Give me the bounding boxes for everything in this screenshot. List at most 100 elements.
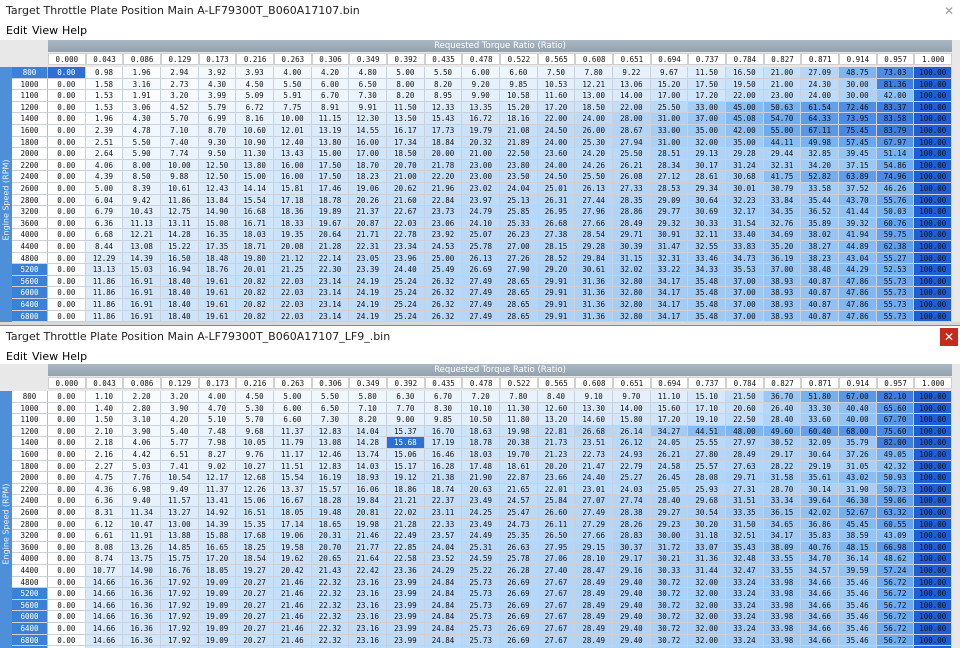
table-cell[interactable]: 22.03 bbox=[274, 310, 312, 322]
table-cell[interactable]: 13.74 bbox=[349, 449, 388, 461]
table-cell[interactable]: 16.91 bbox=[123, 275, 161, 288]
table-cell[interactable]: 9.20 bbox=[462, 78, 501, 91]
table-cell[interactable]: 56.72 bbox=[876, 611, 915, 623]
table-cell[interactable]: 4.00 bbox=[274, 67, 312, 79]
table-cell[interactable]: 11.50 bbox=[688, 67, 727, 79]
table-cell[interactable]: 15.54 bbox=[274, 472, 312, 484]
table-cell[interactable]: 26.68 bbox=[537, 217, 576, 230]
table-cell[interactable]: 34.69 bbox=[763, 229, 802, 241]
table-cell[interactable]: 30.54 bbox=[688, 507, 727, 519]
table-cell[interactable]: 13.84 bbox=[198, 194, 237, 207]
table-cell[interactable]: 21.64 bbox=[349, 553, 388, 565]
table-cell[interactable]: 16.72 bbox=[462, 113, 501, 125]
table-cell[interactable]: 32.51 bbox=[726, 530, 764, 542]
table-cell[interactable]: 55.73 bbox=[876, 287, 915, 299]
table-cell[interactable]: 15.37 bbox=[387, 425, 425, 438]
table-cell[interactable]: 15.75 bbox=[161, 553, 199, 565]
table-cell[interactable]: 18.33 bbox=[274, 217, 312, 230]
table-cell[interactable]: 9.68 bbox=[236, 425, 274, 438]
table-cell[interactable]: 6.70 bbox=[311, 90, 350, 102]
table-cell[interactable]: 100.00 bbox=[914, 159, 953, 172]
table-cell[interactable]: 22.00 bbox=[726, 90, 764, 102]
table-cell[interactable]: 35.46 bbox=[839, 588, 877, 600]
table-cell[interactable]: 24.04 bbox=[424, 541, 463, 554]
table-cell[interactable]: 0.00 bbox=[48, 171, 86, 183]
table-cell[interactable]: 34.66 bbox=[801, 588, 840, 600]
table-cell[interactable]: 20.70 bbox=[311, 541, 350, 554]
table-cell[interactable]: 67.70 bbox=[876, 414, 915, 426]
table-cell[interactable]: 100.00 bbox=[914, 634, 953, 647]
table-cell[interactable]: 14.04 bbox=[349, 425, 388, 438]
table-cell[interactable]: 2.64 bbox=[85, 148, 124, 160]
table-cell[interactable]: 25.47 bbox=[500, 507, 538, 519]
table-cell[interactable]: 27.67 bbox=[537, 634, 576, 647]
table-cell[interactable]: 75.60 bbox=[876, 425, 915, 438]
table-cell[interactable]: 38.93 bbox=[763, 299, 802, 311]
table-cell[interactable]: 56.72 bbox=[876, 623, 915, 635]
table-cell[interactable]: 14.66 bbox=[85, 599, 124, 612]
table-cell[interactable]: 3.93 bbox=[236, 67, 274, 79]
table-cell[interactable]: 5.91 bbox=[274, 90, 312, 102]
table-cell[interactable]: 25.78 bbox=[500, 553, 538, 565]
menu-help[interactable]: Help bbox=[62, 24, 87, 37]
table-cell[interactable]: 52.82 bbox=[801, 171, 840, 183]
table-cell[interactable]: 14.28 bbox=[349, 437, 388, 449]
table-cell[interactable]: 25.07 bbox=[462, 229, 501, 241]
table-cell[interactable]: 8.50 bbox=[123, 171, 161, 183]
table-cell[interactable]: 29.09 bbox=[650, 194, 689, 207]
table-cell[interactable]: 20.63 bbox=[462, 483, 501, 496]
table-cell[interactable]: 24.19 bbox=[349, 299, 388, 311]
table-cell[interactable]: 10.00 bbox=[274, 113, 312, 125]
table-cell[interactable]: 5.77 bbox=[161, 437, 199, 449]
table-cell[interactable]: 23.16 bbox=[349, 611, 388, 623]
table-cell[interactable]: 18.40 bbox=[161, 275, 199, 288]
table-cell[interactable]: 35.46 bbox=[839, 611, 877, 623]
table-cell[interactable]: 11.86 bbox=[85, 310, 124, 322]
row-header[interactable]: 2200 bbox=[12, 159, 48, 172]
table-cell[interactable]: 25.55 bbox=[688, 437, 727, 449]
row-header[interactable]: 1600 bbox=[12, 449, 48, 461]
table-cell[interactable]: 7.30 bbox=[349, 90, 388, 102]
table-cell[interactable]: 8.20 bbox=[424, 78, 463, 91]
table-cell[interactable]: 0.00 bbox=[48, 495, 86, 507]
table-cell[interactable]: 1.10 bbox=[85, 391, 124, 403]
table-cell[interactable]: 0.00 bbox=[48, 101, 86, 114]
table-cell[interactable]: 7.98 bbox=[198, 437, 237, 449]
table-cell[interactable]: 35.61 bbox=[801, 472, 840, 484]
table-cell[interactable]: 31.15 bbox=[613, 252, 651, 265]
table-cell[interactable]: 3.90 bbox=[123, 425, 161, 438]
table-cell[interactable]: 55.73 bbox=[876, 299, 915, 311]
table-cell[interactable]: 9.85 bbox=[424, 414, 463, 426]
column-header[interactable]: 0.392 bbox=[387, 53, 425, 65]
table-cell[interactable]: 24.50 bbox=[537, 125, 576, 137]
table-cell[interactable]: 19.48 bbox=[311, 507, 350, 519]
table-cell[interactable]: 5.50 bbox=[311, 391, 350, 403]
table-cell[interactable]: 40.87 bbox=[801, 287, 840, 299]
table-cell[interactable]: 24.30 bbox=[801, 78, 840, 91]
table-cell[interactable]: 31.05 bbox=[839, 460, 877, 473]
table-cell[interactable]: 5.50 bbox=[274, 78, 312, 91]
table-cell[interactable]: 23.00 bbox=[763, 90, 802, 102]
table-cell[interactable]: 100.00 bbox=[914, 391, 953, 403]
table-cell[interactable]: 17.20 bbox=[688, 90, 727, 102]
table-cell[interactable]: 0.00 bbox=[48, 565, 86, 577]
row-header[interactable]: 2400 bbox=[12, 171, 48, 183]
table-cell[interactable]: 29.27 bbox=[650, 507, 689, 519]
table-cell[interactable]: 21.46 bbox=[274, 611, 312, 623]
table-cell[interactable]: 25.24 bbox=[387, 287, 425, 299]
table-cell[interactable]: 18.25 bbox=[236, 541, 274, 554]
table-cell[interactable]: 9.67 bbox=[650, 67, 689, 79]
table-cell[interactable]: 24.40 bbox=[575, 472, 614, 484]
table-cell[interactable]: 66.98 bbox=[876, 541, 915, 554]
table-cell[interactable]: 1.96 bbox=[123, 67, 161, 79]
table-cell[interactable]: 19.09 bbox=[198, 634, 237, 647]
table-cell[interactable]: 19.80 bbox=[236, 252, 274, 265]
table-cell[interactable]: 0.00 bbox=[48, 241, 86, 253]
table-cell[interactable]: 29.16 bbox=[613, 565, 651, 577]
table-cell[interactable]: 26.40 bbox=[763, 402, 802, 415]
table-cell[interactable]: 12.21 bbox=[123, 229, 161, 241]
table-cell[interactable]: 4.20 bbox=[161, 414, 199, 426]
table-cell[interactable]: 82.10 bbox=[876, 391, 915, 403]
table-cell[interactable]: 27.49 bbox=[575, 507, 614, 519]
table-cell[interactable]: 28.52 bbox=[537, 252, 576, 265]
